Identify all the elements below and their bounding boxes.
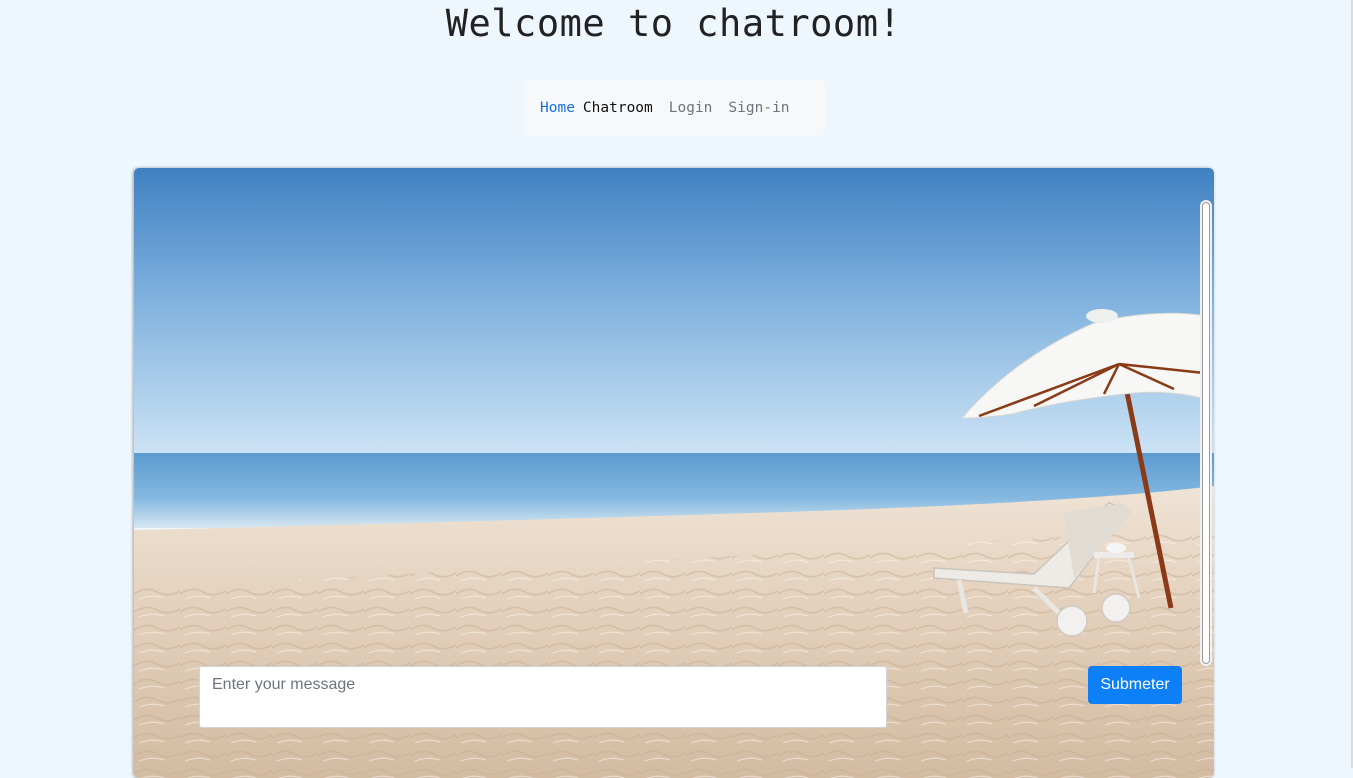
submit-button[interactable]: Submeter — [1088, 666, 1182, 704]
chat-scrollbar-thumb[interactable] — [1202, 202, 1210, 664]
chat-area: Submeter — [134, 168, 1214, 778]
nav-link-login[interactable]: Login — [669, 100, 713, 116]
chat-scrollbar[interactable] — [1200, 200, 1212, 666]
message-input[interactable] — [199, 666, 887, 728]
nav-link-home[interactable]: Home — [540, 100, 575, 116]
navbar: Home Chatroom Login Sign-in — [525, 80, 825, 135]
nav-link-chatroom[interactable]: Chatroom — [583, 100, 653, 116]
nav-link-sign-in[interactable]: Sign-in — [728, 100, 789, 116]
page-title: Welcome to chatroom! — [445, 2, 902, 45]
